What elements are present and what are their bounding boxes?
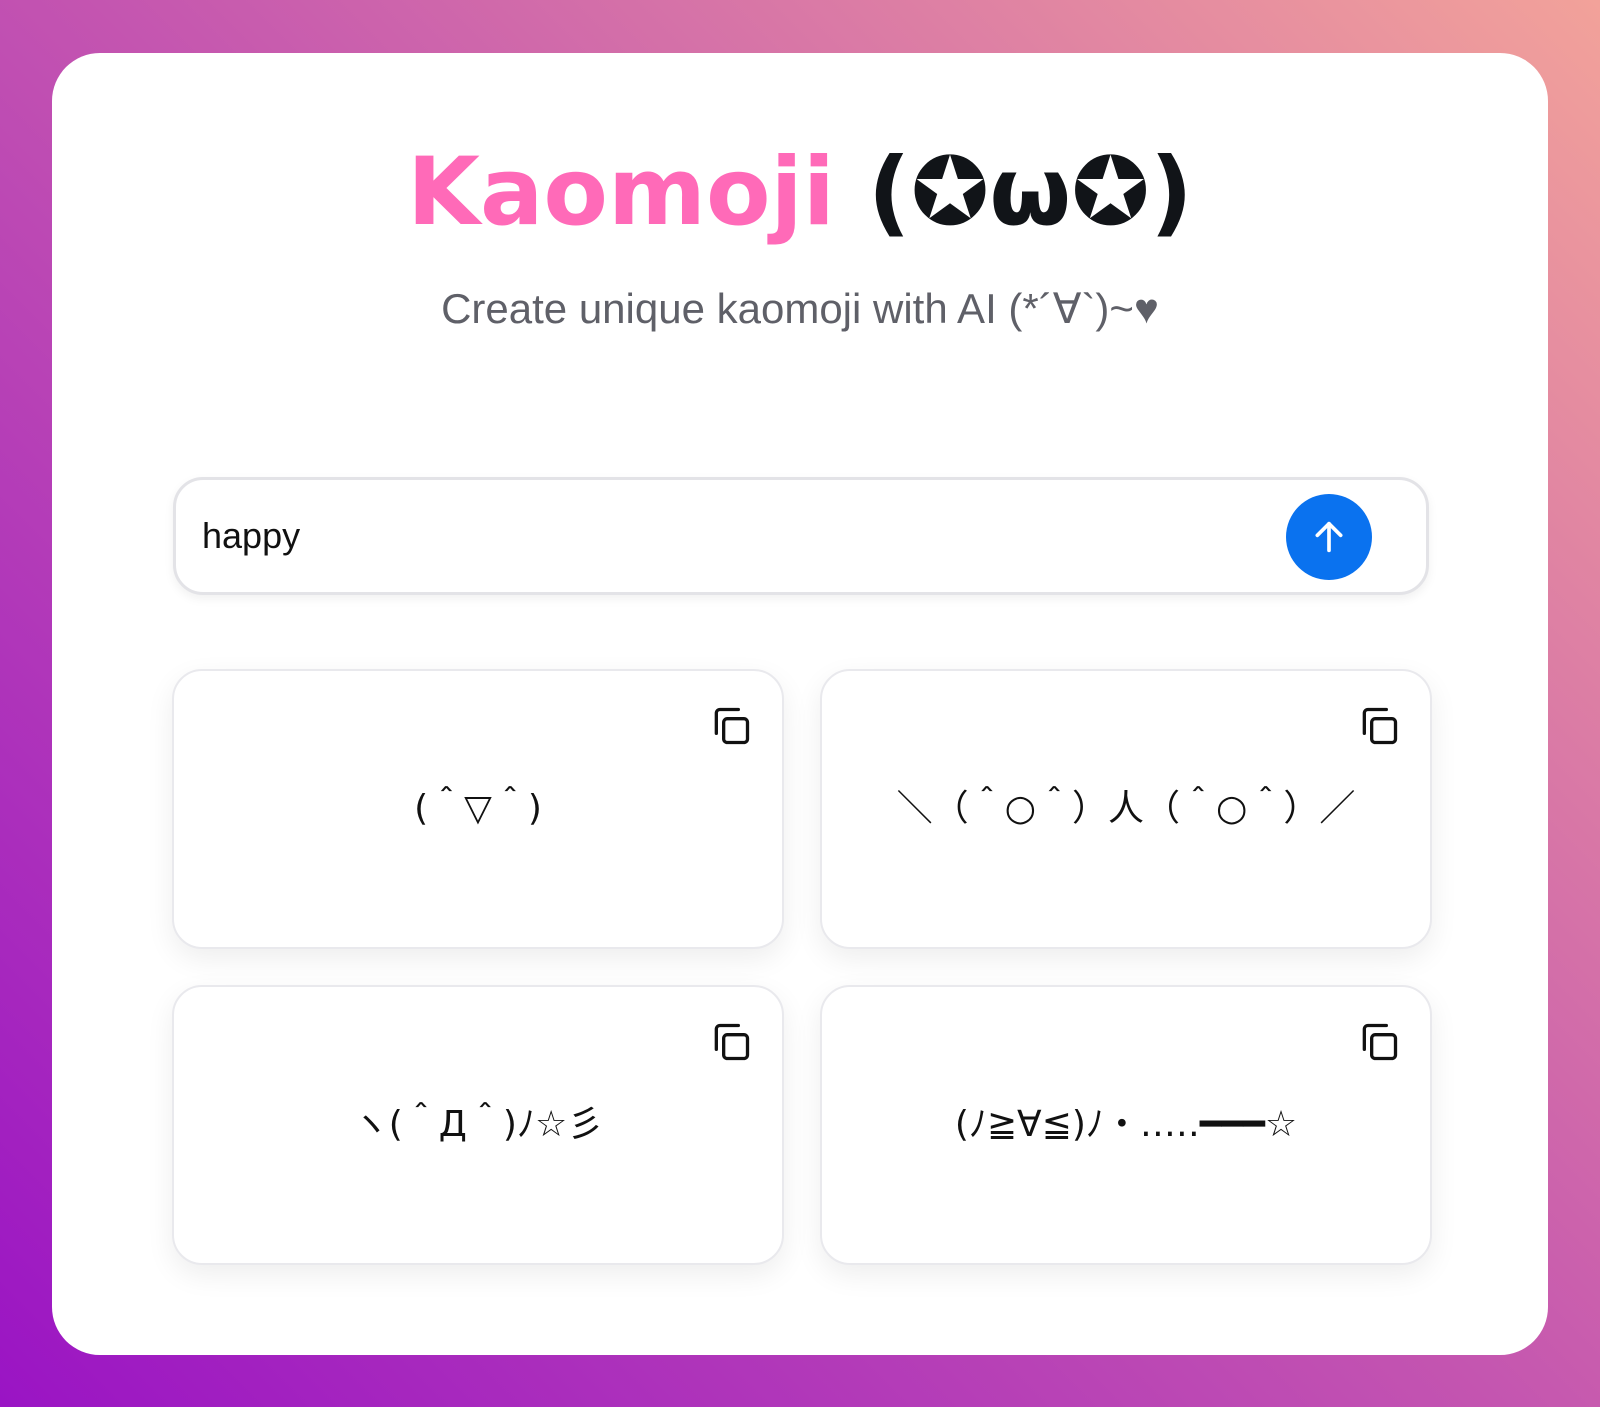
copy-icon bbox=[1362, 707, 1398, 745]
kaomoji-card[interactable]: ＼（＾○＾）人（＾○＾）／ bbox=[820, 669, 1432, 949]
copy-icon bbox=[714, 1023, 750, 1061]
kaomoji-card[interactable]: ヽ(＾Д＾)ﾉ☆彡 bbox=[172, 985, 784, 1265]
title-word: Kaomoji bbox=[407, 138, 835, 247]
kaomoji-text: ＼（＾○＾）人（＾○＾）／ bbox=[896, 788, 1356, 829]
copy-button[interactable] bbox=[1354, 701, 1404, 751]
copy-button[interactable] bbox=[706, 1017, 756, 1067]
kaomoji-card[interactable]: (＾▽＾) bbox=[172, 669, 784, 949]
kaomoji-card[interactable]: (ﾉ≧∀≦)ﾉ・‥…━━━☆ bbox=[820, 985, 1432, 1265]
page-subtitle: Create unique kaomoji with AI (*´∀`)~♥ bbox=[441, 285, 1159, 332]
copy-icon bbox=[714, 707, 750, 745]
kaomoji-text: (＾▽＾) bbox=[414, 788, 542, 829]
kaomoji-text: ヽ(＾Д＾)ﾉ☆彡 bbox=[352, 1104, 604, 1145]
copy-button[interactable] bbox=[1354, 1017, 1404, 1067]
search-input[interactable] bbox=[202, 508, 1282, 564]
generate-button[interactable] bbox=[1286, 494, 1372, 580]
copy-icon bbox=[1362, 1023, 1398, 1061]
main-card: Kaomoji (✪ω✪) Create unique kaomoji with… bbox=[52, 53, 1548, 1355]
page-title: Kaomoji (✪ω✪) bbox=[52, 133, 1548, 253]
arrow-up-icon bbox=[1315, 521, 1343, 553]
copy-button[interactable] bbox=[706, 701, 756, 751]
title-kaomoji: (✪ω✪) bbox=[867, 138, 1193, 247]
kaomoji-text: (ﾉ≧∀≦)ﾉ・‥…━━━☆ bbox=[954, 1104, 1298, 1145]
search-bar bbox=[173, 477, 1429, 595]
